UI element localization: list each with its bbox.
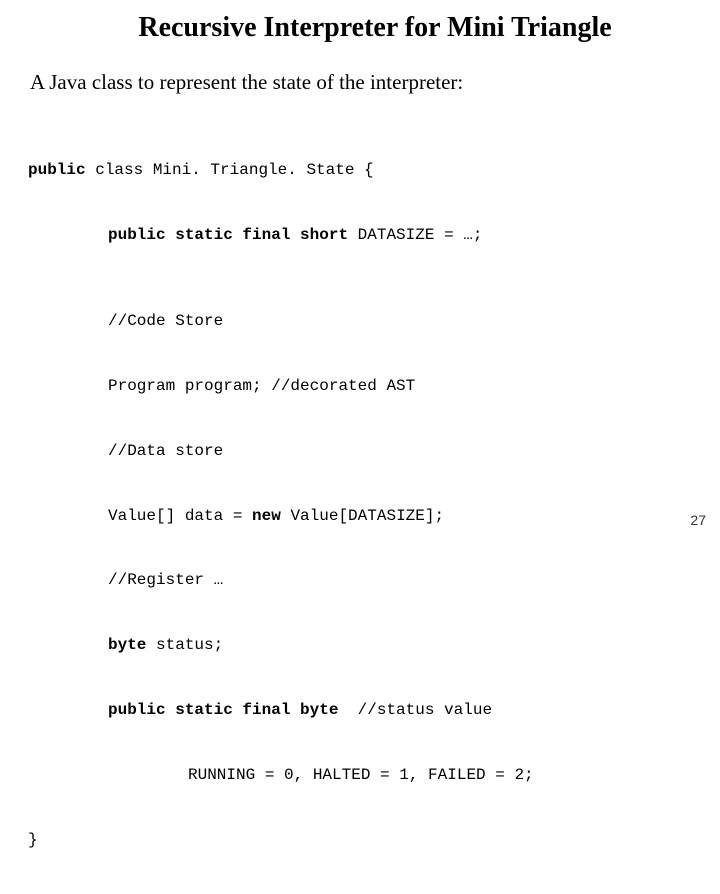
code-text: //status value bbox=[338, 701, 492, 719]
code-text: Value[] data = bbox=[108, 507, 252, 525]
code-line-3: //Code Store bbox=[28, 311, 692, 333]
code-text: Value[DATASIZE]; bbox=[281, 507, 444, 525]
code-line-11: } bbox=[28, 830, 692, 852]
code-line-2: public static final short DATASIZE = …; bbox=[28, 225, 692, 247]
keyword-public: public bbox=[28, 161, 86, 179]
code-line-7: //Register … bbox=[28, 570, 692, 592]
slide-container: Recursive Interpreter for Mini Triangle … bbox=[0, 0, 720, 540]
code-text: status; bbox=[146, 636, 223, 654]
code-line-1: public class Mini. Triangle. State { bbox=[28, 160, 692, 182]
code-line-4: Program program; //decorated AST bbox=[28, 376, 692, 398]
page-number: 27 bbox=[690, 512, 706, 528]
slide-title: Recursive Interpreter for Mini Triangle bbox=[28, 12, 692, 44]
keyword-modifiers: public static final short bbox=[108, 226, 348, 244]
code-text: DATASIZE = …; bbox=[348, 226, 482, 244]
code-line-5: //Data store bbox=[28, 441, 692, 463]
keyword-byte: byte bbox=[108, 636, 146, 654]
code-line-8: byte status; bbox=[28, 635, 692, 657]
code-line-10: RUNNING = 0, HALTED = 1, FAILED = 2; bbox=[28, 765, 692, 787]
code-text: class Mini. Triangle. State { bbox=[86, 161, 374, 179]
slide-subtitle: A Java class to represent the state of t… bbox=[28, 70, 692, 95]
code-block: public class Mini. Triangle. State { pub… bbox=[28, 117, 692, 894]
keyword-modifiers-2: public static final byte bbox=[108, 701, 338, 719]
keyword-new: new bbox=[252, 507, 281, 525]
code-line-6: Value[] data = new Value[DATASIZE]; bbox=[28, 506, 692, 528]
code-line-9: public static final byte //status value bbox=[28, 700, 692, 722]
